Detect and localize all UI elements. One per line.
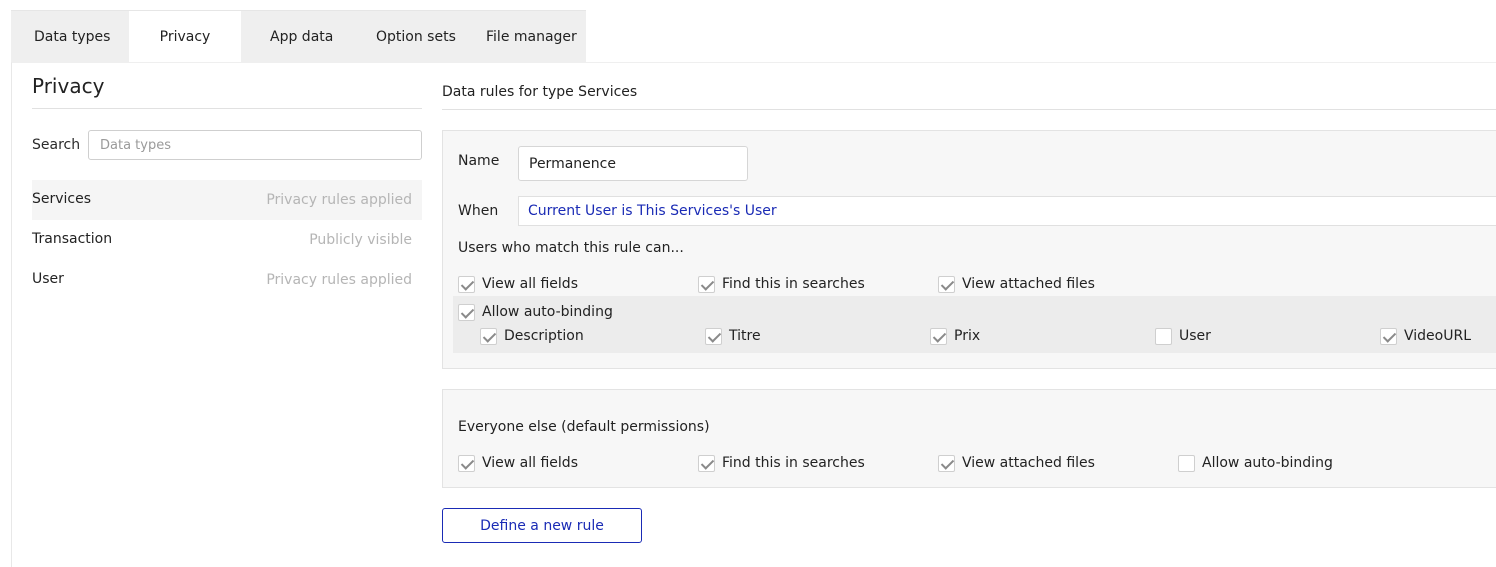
rule-name-label: Name xyxy=(458,153,500,169)
rule-when-label: When xyxy=(458,203,499,219)
checkbox-label: User xyxy=(1179,328,1211,344)
rule-condition-expression[interactable]: Current User is This Services's User xyxy=(518,196,1496,226)
tab-bar: Data types Privacy App data Option sets … xyxy=(11,10,586,63)
checkbox-label: View all fields xyxy=(482,276,578,292)
define-new-rule-button[interactable]: Define a new rule xyxy=(442,508,642,543)
data-type-name: Services xyxy=(32,191,92,207)
data-type-name: Transaction xyxy=(32,231,113,247)
check-icon xyxy=(698,454,715,472)
tab-app-data[interactable]: App data xyxy=(270,11,333,63)
checkbox-label: View attached files xyxy=(962,455,1095,471)
rule-permissions-heading: Users who match this rule can... xyxy=(458,240,684,256)
tab-option-sets[interactable]: Option sets xyxy=(376,11,456,63)
check-icon xyxy=(705,327,722,345)
data-type-status: Privacy rules applied xyxy=(266,192,412,208)
rule-name-input[interactable] xyxy=(518,146,748,181)
check-icon xyxy=(938,275,955,293)
checkbox-label: View all fields xyxy=(482,455,578,471)
data-type-item-transaction[interactable]: Transaction Publicly visible xyxy=(32,220,422,260)
check-icon xyxy=(930,327,947,345)
checkbox-label: View attached files xyxy=(962,276,1095,292)
default-checkbox-find-in-searches[interactable]: Find this in searches xyxy=(698,453,865,473)
checkbox-find-in-searches[interactable]: Find this in searches xyxy=(698,274,865,294)
rules-title: Data rules for type Services xyxy=(442,84,638,100)
checkbox-label: Find this in searches xyxy=(722,455,865,471)
check-icon xyxy=(458,275,475,293)
checkbox-field-titre[interactable]: Titre xyxy=(705,326,761,346)
data-type-item-services[interactable]: Services Privacy rules applied xyxy=(32,180,422,220)
check-icon xyxy=(1155,327,1172,345)
data-type-name: User xyxy=(32,271,64,287)
check-icon xyxy=(480,327,497,345)
checkbox-label: Prix xyxy=(954,328,981,344)
checkbox-field-prix[interactable]: Prix xyxy=(930,326,980,346)
page-title: Privacy xyxy=(32,74,105,98)
default-checkbox-view-all-fields[interactable]: View all fields xyxy=(458,453,578,473)
checkbox-label: Find this in searches xyxy=(722,276,865,292)
checkbox-label: Allow auto-binding xyxy=(1202,455,1333,471)
divider xyxy=(32,108,422,109)
checkbox-field-user[interactable]: User xyxy=(1155,326,1211,346)
default-checkbox-view-attached-files[interactable]: View attached files xyxy=(938,453,1095,473)
check-icon xyxy=(1380,327,1397,345)
checkbox-label: Allow auto-binding xyxy=(482,304,613,320)
checkbox-view-attached-files[interactable]: View attached files xyxy=(938,274,1095,294)
search-label: Search xyxy=(32,137,81,153)
check-icon xyxy=(698,275,715,293)
divider xyxy=(442,109,1496,110)
checkbox-field-description[interactable]: Description xyxy=(480,326,584,346)
tab-privacy[interactable]: Privacy xyxy=(129,11,241,63)
check-icon xyxy=(938,454,955,472)
check-icon xyxy=(458,454,475,472)
data-type-status: Publicly visible xyxy=(309,232,412,248)
check-icon xyxy=(1178,454,1195,472)
tab-data-types[interactable]: Data types xyxy=(34,11,110,63)
default-checkbox-allow-auto-binding[interactable]: Allow auto-binding xyxy=(1178,453,1333,473)
checkbox-label: VideoURL xyxy=(1404,328,1471,344)
default-permissions-card xyxy=(442,389,1496,488)
data-type-item-user[interactable]: User Privacy rules applied xyxy=(32,260,422,300)
checkbox-allow-auto-binding[interactable]: Allow auto-binding xyxy=(458,302,613,322)
tab-file-manager[interactable]: File manager xyxy=(486,11,577,63)
checkbox-label: Titre xyxy=(729,328,761,344)
data-type-status: Privacy rules applied xyxy=(266,272,412,288)
checkbox-view-all-fields[interactable]: View all fields xyxy=(458,274,578,294)
search-input[interactable] xyxy=(88,130,422,160)
checkbox-label: Description xyxy=(504,328,584,344)
checkbox-field-videourl[interactable]: VideoURL xyxy=(1380,326,1471,346)
default-permissions-heading: Everyone else (default permissions) xyxy=(458,419,710,435)
check-icon xyxy=(458,303,475,321)
